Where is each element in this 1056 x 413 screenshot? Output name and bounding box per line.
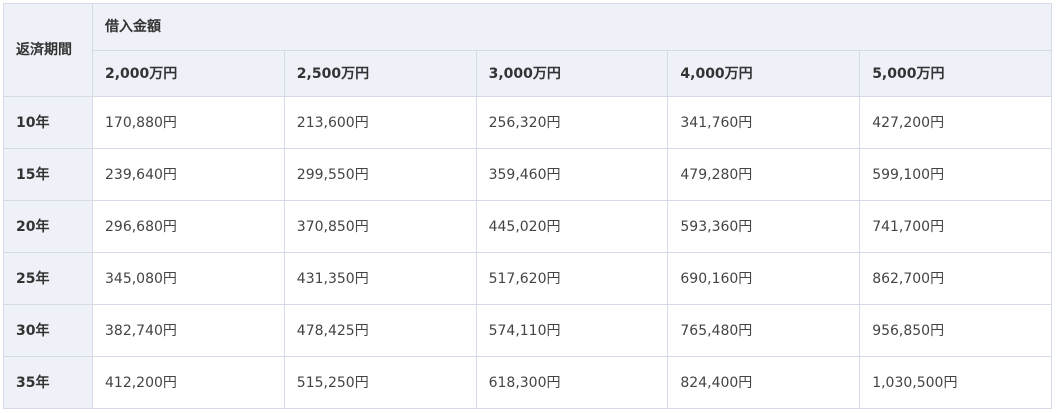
row-header-term: 10年 [3, 96, 93, 149]
loan-repayment-table-container: 返済期間 借入金額 2,000万円 2,500万円 3,000万円 4,000万… [3, 3, 1053, 409]
row-header-term: 15年 [3, 148, 93, 201]
column-header: 5,000万円 [859, 50, 1053, 97]
table-row: 35年 412,200円 515,250円 618,300円 824,400円 … [3, 356, 1053, 409]
table-cell: 478,425円 [283, 304, 477, 357]
column-header: 2,000万円 [92, 50, 285, 97]
corner-header-repayment-period: 返済期間 [3, 3, 93, 97]
table-cell: 445,020円 [475, 200, 669, 253]
table-row: 25年 345,080円 431,350円 517,620円 690,160円 … [3, 252, 1053, 305]
table-cell: 765,480円 [667, 304, 861, 357]
table-cell: 956,850円 [859, 304, 1053, 357]
row-header-term: 20年 [3, 200, 93, 253]
table-cell: 479,280円 [667, 148, 861, 201]
table-cell: 517,620円 [475, 252, 669, 305]
column-header: 2,500万円 [283, 50, 477, 97]
table-cell: 824,400円 [667, 356, 861, 409]
row-header-term: 25年 [3, 252, 93, 305]
table-cell: 170,880円 [92, 96, 285, 149]
table-cell: 862,700円 [859, 252, 1053, 305]
column-header: 3,000万円 [475, 50, 669, 97]
column-header: 4,000万円 [667, 50, 861, 97]
table-row: 15年 239,640円 299,550円 359,460円 479,280円 … [3, 148, 1053, 201]
table-cell: 1,030,500円 [859, 356, 1053, 409]
table-cell: 515,250円 [283, 356, 477, 409]
table-cell: 599,100円 [859, 148, 1053, 201]
table-cell: 239,640円 [92, 148, 285, 201]
table-cell: 359,460円 [475, 148, 669, 201]
row-header-term: 35年 [3, 356, 93, 409]
table-cell: 256,320円 [475, 96, 669, 149]
table-row: 30年 382,740円 478,425円 574,110円 765,480円 … [3, 304, 1053, 357]
table-cell: 296,680円 [92, 200, 285, 253]
table-cell: 382,740円 [92, 304, 285, 357]
table-row: 10年 170,880円 213,600円 256,320円 341,760円 … [3, 96, 1053, 149]
table-cell: 427,200円 [859, 96, 1053, 149]
table-cell: 412,200円 [92, 356, 285, 409]
group-header-loan-amount: 借入金額 [91, 3, 1053, 51]
row-header-term: 30年 [3, 304, 93, 357]
table-row: 20年 296,680円 370,850円 445,020円 593,360円 … [3, 200, 1053, 253]
loan-repayment-table: 返済期間 借入金額 2,000万円 2,500万円 3,000万円 4,000万… [3, 3, 1053, 409]
table-cell: 431,350円 [283, 252, 477, 305]
table-cell: 574,110円 [475, 304, 669, 357]
table-cell: 341,760円 [667, 96, 861, 149]
table-cell: 741,700円 [859, 200, 1053, 253]
table-cell: 213,600円 [283, 96, 477, 149]
table-cell: 690,160円 [667, 252, 861, 305]
table-cell: 618,300円 [475, 356, 669, 409]
table-cell: 299,550円 [283, 148, 477, 201]
table-cell: 593,360円 [667, 200, 861, 253]
table-cell: 370,850円 [283, 200, 477, 253]
table-cell: 345,080円 [92, 252, 285, 305]
